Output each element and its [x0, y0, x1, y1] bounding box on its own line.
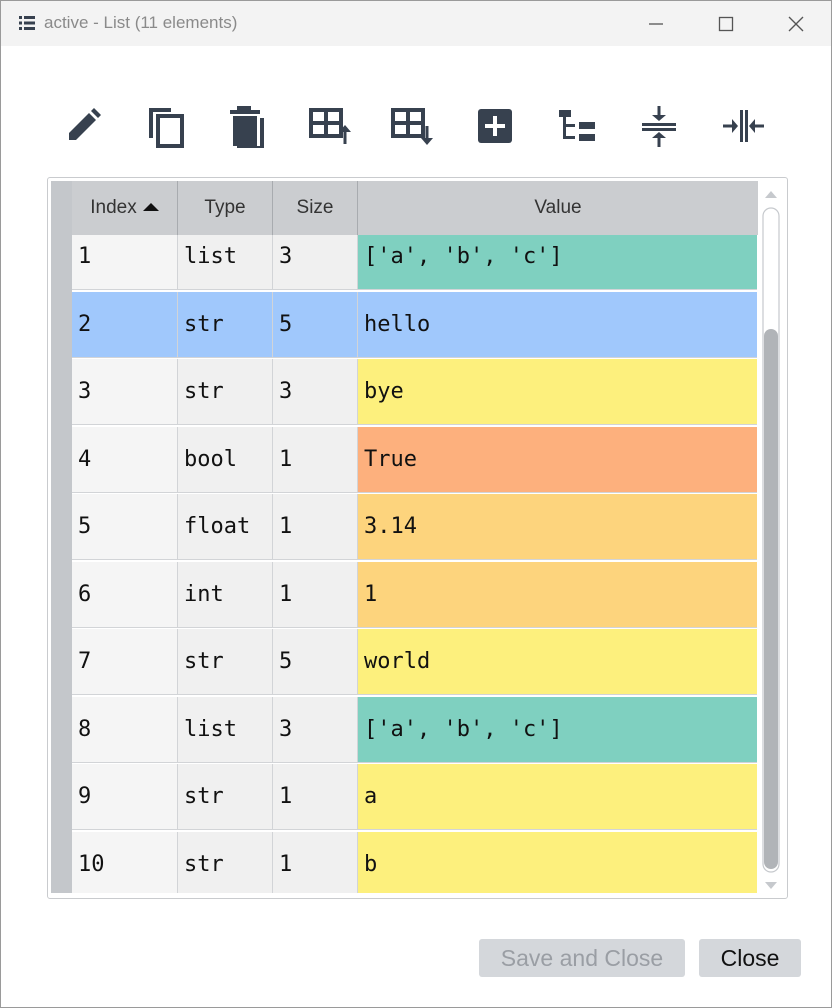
copy-button[interactable]	[137, 96, 193, 156]
column-header-label: Type	[204, 197, 246, 218]
vertical-scrollbar[interactable]	[761, 186, 781, 892]
tree-view-icon	[559, 110, 595, 141]
index-cell[interactable]: 4	[72, 426, 178, 493]
collapse-vertical-button[interactable]	[631, 96, 687, 156]
index-cell[interactable]: 8	[72, 696, 178, 763]
window-title: active - List (11 elements)	[44, 13, 238, 32]
collapse-horizontal-icon	[723, 110, 764, 142]
sort-ascending-icon	[142, 203, 159, 211]
save-and-close-button[interactable]: Save and Close	[479, 939, 685, 977]
index-cell[interactable]: 6	[72, 561, 178, 628]
table-row[interactable]: 2 str 5 hello	[72, 291, 757, 359]
collapse-vertical-icon	[642, 106, 676, 147]
type-cell[interactable]: bool	[178, 426, 273, 493]
table-body: 1 list 3 ['a', 'b', 'c'] 2 str 5 hello 3 str 3 bye 4…	[72, 235, 757, 893]
maximize-button[interactable]	[691, 1, 761, 46]
type-cell[interactable]: float	[178, 494, 273, 560]
value-cell[interactable]: True	[358, 426, 757, 493]
value-cell[interactable]: world	[358, 629, 757, 695]
column-header-label: Value	[534, 197, 582, 218]
column-header-size[interactable]: Size	[273, 181, 358, 235]
value-cell[interactable]: ['a', 'b', 'c']	[358, 696, 757, 763]
index-cell[interactable]: 1	[72, 235, 178, 290]
type-cell[interactable]: str	[178, 831, 273, 893]
title-bar: active - List (11 elements)	[1, 1, 831, 46]
list-editor-window: active - List (11 elements) Index Type S…	[0, 0, 832, 1008]
value-cell[interactable]: hello	[358, 291, 757, 358]
duplicate-button[interactable]	[219, 96, 275, 156]
column-header-label: Index	[90, 197, 137, 218]
index-cell[interactable]: 2	[72, 291, 178, 358]
type-cell[interactable]: str	[178, 629, 273, 695]
size-cell[interactable]: 1	[273, 561, 358, 628]
size-cell[interactable]: 1	[273, 764, 358, 830]
index-cell[interactable]: 9	[72, 764, 178, 830]
size-cell[interactable]: 3	[273, 235, 358, 290]
size-cell[interactable]: 1	[273, 426, 358, 493]
table-row[interactable]: 9 str 1 a	[72, 764, 757, 831]
type-cell[interactable]: str	[178, 291, 273, 358]
edit-button[interactable]	[55, 96, 111, 156]
size-cell[interactable]: 1	[273, 494, 358, 560]
size-cell[interactable]: 5	[273, 291, 358, 358]
size-cell[interactable]: 3	[273, 359, 358, 425]
table-row[interactable]: 8 list 3 ['a', 'b', 'c']	[72, 696, 757, 764]
type-cell[interactable]: list	[178, 696, 273, 763]
minimize-icon	[649, 23, 663, 25]
insert-row-below-icon	[391, 108, 433, 145]
list-icon	[19, 16, 35, 30]
table-header: Index Type Size Value	[72, 181, 758, 235]
add-button[interactable]	[467, 96, 523, 156]
insert-row-below-button[interactable]	[383, 96, 439, 156]
table-row[interactable]: 5 float 1 3.14	[72, 494, 757, 561]
type-cell[interactable]: str	[178, 359, 273, 425]
table-row[interactable]: 7 str 5 world	[72, 629, 757, 696]
index-cell[interactable]: 3	[72, 359, 178, 425]
column-header-type[interactable]: Type	[178, 181, 273, 235]
type-cell[interactable]: list	[178, 235, 273, 290]
copy-icon	[149, 108, 184, 148]
column-header-index[interactable]: Index	[72, 181, 178, 235]
size-cell[interactable]: 5	[273, 629, 358, 695]
size-cell[interactable]: 3	[273, 696, 358, 763]
insert-row-above-icon	[309, 108, 351, 144]
collapse-horizontal-button[interactable]	[715, 96, 771, 156]
index-cell[interactable]: 7	[72, 629, 178, 695]
toolbar	[1, 96, 831, 156]
table-row[interactable]: 6 int 1 1	[72, 561, 757, 629]
edit-icon	[69, 108, 101, 140]
close-icon	[788, 16, 804, 32]
type-cell[interactable]: str	[178, 764, 273, 830]
value-cell[interactable]: b	[358, 831, 757, 893]
close-button[interactable]: Close	[699, 939, 801, 977]
tree-view-button[interactable]	[549, 96, 605, 156]
duplicate-icon	[230, 106, 264, 148]
index-cell[interactable]: 5	[72, 494, 178, 560]
list-table: Index Type Size Value 1 list 3 ['a', 'b', '…	[47, 177, 788, 899]
type-cell[interactable]: int	[178, 561, 273, 628]
value-cell[interactable]: 1	[358, 561, 757, 628]
table-row[interactable]: 10 str 1 b	[72, 831, 757, 893]
value-cell[interactable]: 3.14	[358, 494, 757, 560]
row-header-strip	[51, 181, 72, 893]
index-cell[interactable]: 10	[72, 831, 178, 893]
close-window-button[interactable]	[761, 1, 831, 46]
table-row[interactable]: 3 str 3 bye	[72, 359, 757, 426]
add-icon	[478, 109, 512, 143]
value-cell[interactable]: bye	[358, 359, 757, 425]
value-cell[interactable]: ['a', 'b', 'c']	[358, 235, 757, 290]
size-cell[interactable]: 1	[273, 831, 358, 893]
scrollbar-track	[762, 191, 780, 889]
minimize-button[interactable]	[621, 1, 691, 46]
maximize-icon	[718, 16, 734, 32]
table-row[interactable]: 4 bool 1 True	[72, 426, 757, 494]
column-header-label: Size	[296, 197, 334, 218]
table-row[interactable]: 1 list 3 ['a', 'b', 'c']	[72, 235, 757, 291]
column-header-value[interactable]: Value	[358, 181, 758, 235]
insert-row-above-button[interactable]	[301, 96, 357, 156]
value-cell[interactable]: a	[358, 764, 757, 830]
